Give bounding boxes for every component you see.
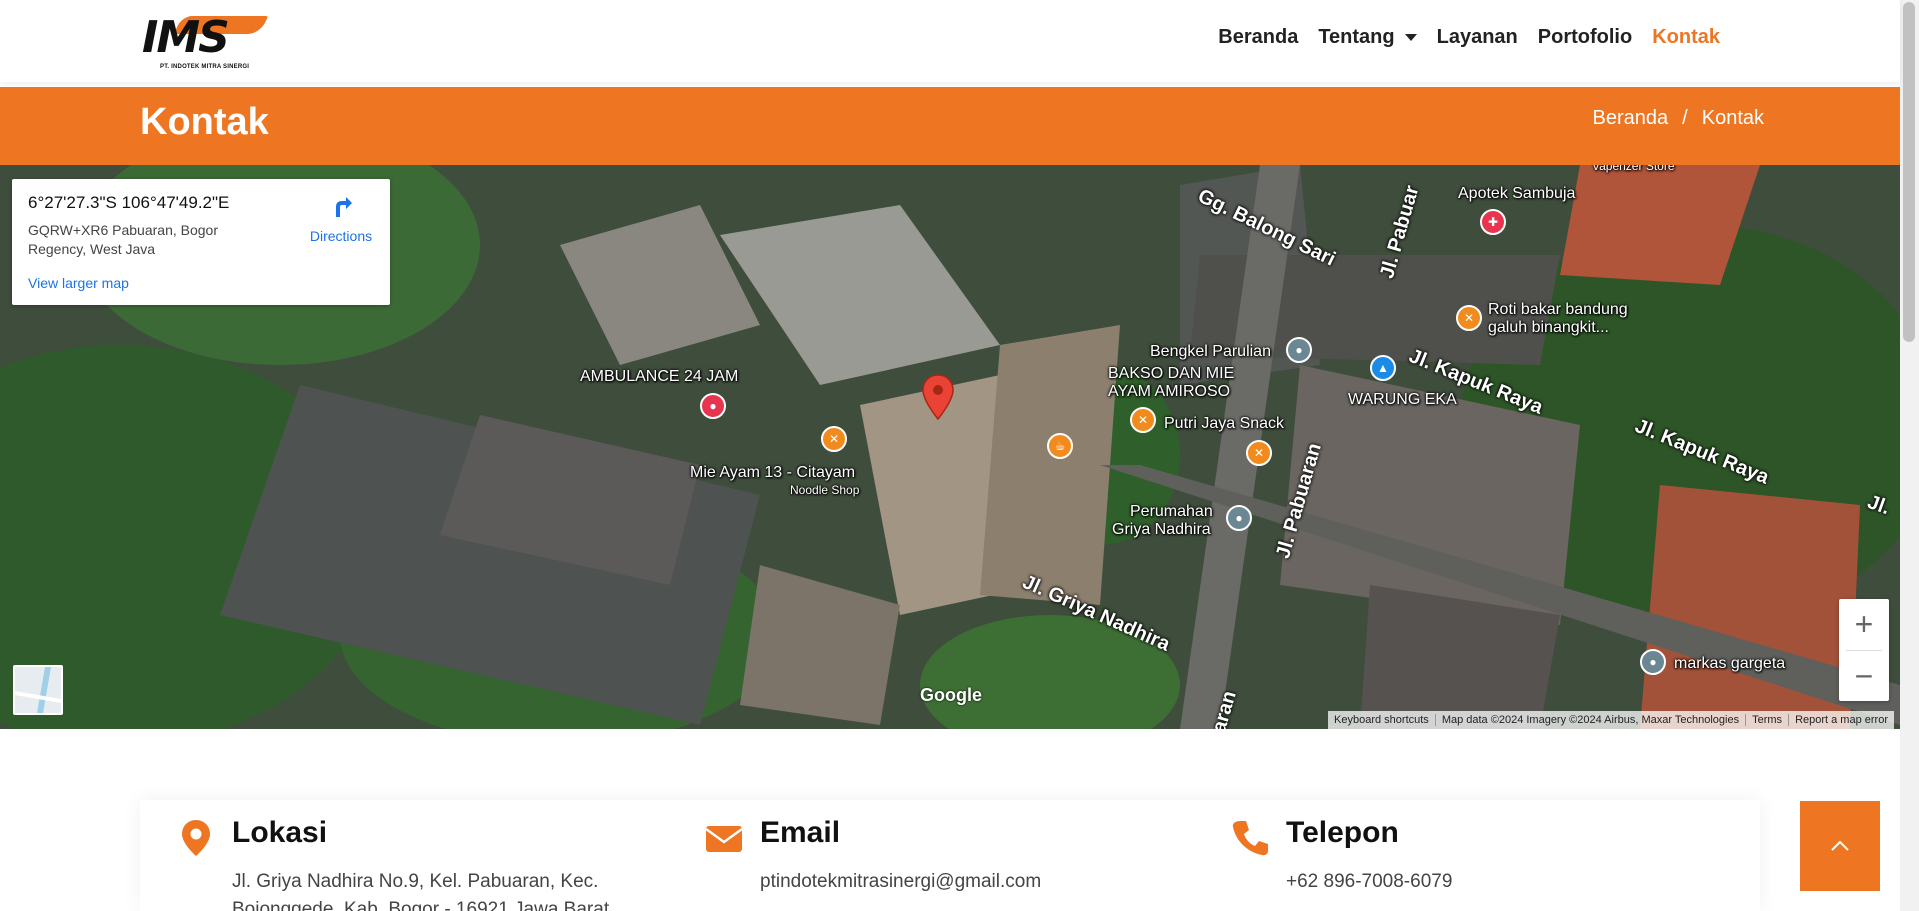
scrollbar-thumb[interactable] bbox=[1903, 2, 1915, 342]
nav-item-layanan[interactable]: Layanan bbox=[1427, 26, 1528, 49]
breadcrumb-current: Kontak bbox=[1701, 107, 1764, 129]
view-larger-map-link[interactable]: View larger map bbox=[28, 275, 129, 291]
place-poi-icon-markas[interactable]: ● bbox=[1640, 649, 1666, 675]
place-sublabel-noodle: Noodle Shop bbox=[790, 483, 860, 497]
place-poi-icon-bengkel[interactable]: ● bbox=[1286, 337, 1312, 363]
main-nav: Beranda Tentang Layanan Portofolio Konta… bbox=[1208, 26, 1730, 49]
contact-info-section: Lokasi Jl. Griya Nadhira No.9, Kel. Pabu… bbox=[140, 800, 1760, 911]
location-title: Lokasi bbox=[232, 816, 328, 849]
place-label-ambulance: AMBULANCE 24 JAM bbox=[580, 368, 739, 385]
place-label-bakso-2: AYAM AMIROSO bbox=[1108, 383, 1231, 400]
nav-item-beranda[interactable]: Beranda bbox=[1208, 26, 1308, 49]
place-label-markas: markas gargeta bbox=[1674, 655, 1786, 672]
page-scrollbar[interactable] bbox=[1900, 0, 1919, 911]
zoom-out-button[interactable]: − bbox=[1839, 651, 1889, 702]
map-coordinates: 6°27'27.3"S 106°47'49.2"E bbox=[28, 193, 230, 212]
directions-button[interactable]: Directions bbox=[296, 193, 386, 244]
place-label-bengkel: Bengkel Parulian bbox=[1150, 343, 1271, 360]
phone-icon bbox=[1232, 821, 1268, 856]
ims-logo[interactable]: IMS PT. INDOTEK MITRA SINERGI bbox=[138, 10, 269, 70]
map-marker-icon bbox=[182, 820, 210, 856]
place-label-warung: WARUNG EKA bbox=[1348, 391, 1457, 408]
google-map[interactable]: ● AMBULANCE 24 JAM ✕ Mie Ayam 13 - Citay… bbox=[0, 165, 1900, 729]
google-logo: Google bbox=[920, 685, 982, 705]
place-label-bakso-1: BAKSO DAN MIE bbox=[1108, 365, 1235, 382]
restaurant-poi-icon[interactable]: ✕ bbox=[821, 426, 847, 452]
nav-item-tentang[interactable]: Tentang bbox=[1308, 26, 1426, 49]
logo-text: IMS bbox=[142, 12, 230, 63]
terms-link[interactable]: Terms bbox=[1745, 714, 1788, 726]
location-line-1: Jl. Griya Nadhira No.9, Kel. Pabuaran, K… bbox=[232, 871, 599, 892]
caret-down-icon bbox=[1404, 34, 1417, 41]
place-label-roti-1: Roti bakar bandung bbox=[1488, 301, 1628, 318]
keyboard-shortcuts-link[interactable]: Keyboard shortcuts bbox=[1328, 714, 1435, 726]
place-label-mie-ayam: Mie Ayam 13 - Citayam bbox=[690, 464, 856, 481]
place-label-apotek: Apotek Sambuja bbox=[1458, 185, 1576, 202]
cafe-poi-icon[interactable]: ☕ bbox=[1047, 433, 1073, 459]
breadcrumb-separator: / bbox=[1682, 107, 1688, 129]
map-info-card: 6°27'27.3"S 106°47'49.2"E GQRW+XR6 Pabua… bbox=[12, 179, 390, 305]
page-title-bar: Kontak Beranda / Kontak bbox=[0, 87, 1900, 165]
ambulance-poi-icon[interactable]: ● bbox=[700, 393, 726, 419]
envelope-icon bbox=[705, 826, 743, 852]
map-thumbnail-icon bbox=[15, 667, 61, 713]
place-label-perumahan-1: Perumahan bbox=[1130, 503, 1213, 520]
page-title: Kontak bbox=[140, 101, 269, 143]
nav-item-tentang-label: Tentang bbox=[1318, 26, 1395, 48]
location-line-2: Bojonggede, Kab. Bogor - 16921 Jawa Bara… bbox=[232, 899, 610, 911]
map-address: GQRW+XR6 Pabuaran, Bogor Regency, West J… bbox=[28, 222, 219, 257]
location-pin-icon[interactable] bbox=[921, 373, 955, 421]
phone-value[interactable]: +62 896-7008-6079 bbox=[1286, 868, 1452, 896]
site-header: IMS PT. INDOTEK MITRA SINERGI Beranda Te… bbox=[0, 0, 1900, 82]
shopping-cart-icon[interactable]: ▲ bbox=[1370, 355, 1396, 381]
place-label-putri: Putri Jaya Snack bbox=[1164, 415, 1285, 432]
place-label-roti-2: galuh binangkit... bbox=[1488, 319, 1609, 336]
nav-item-kontak[interactable]: Kontak bbox=[1642, 26, 1730, 49]
back-to-top-button[interactable] bbox=[1800, 801, 1880, 891]
place-label-perumahan-2: Griya Nadhira bbox=[1112, 521, 1211, 538]
directions-label: Directions bbox=[309, 228, 373, 244]
restaurant-poi-icon-4[interactable]: ✕ bbox=[1456, 305, 1482, 331]
report-error-link[interactable]: Report a map error bbox=[1788, 714, 1894, 726]
restaurant-poi-icon-2[interactable]: ✕ bbox=[1130, 407, 1156, 433]
zoom-in-button[interactable]: + bbox=[1839, 599, 1889, 650]
logo-subtitle: PT. INDOTEK MITRA SINERGI bbox=[160, 64, 250, 70]
chevron-up-icon bbox=[1831, 840, 1849, 851]
breadcrumb: Beranda / Kontak bbox=[1593, 107, 1764, 130]
email-title: Email bbox=[760, 816, 841, 849]
map-data-credit: Map data ©2024 Imagery ©2024 Airbus, Max… bbox=[1434, 714, 1745, 726]
phone-title: Telepon bbox=[1286, 816, 1399, 849]
restaurant-poi-icon-3[interactable]: ✕ bbox=[1246, 440, 1272, 466]
nav-item-portofolio[interactable]: Portofolio bbox=[1528, 26, 1642, 49]
directions-icon bbox=[336, 197, 352, 217]
breadcrumb-home[interactable]: Beranda bbox=[1593, 107, 1669, 130]
pharmacy-poi-icon[interactable]: ✚ bbox=[1480, 209, 1506, 235]
map-type-toggle[interactable] bbox=[13, 665, 63, 715]
map-attribution: Keyboard shortcuts Map data ©2024 Imager… bbox=[1328, 711, 1894, 729]
place-label-vapor: Vapenzer Store bbox=[1592, 165, 1675, 173]
zoom-controls: + − bbox=[1839, 599, 1889, 701]
place-poi-icon-perumahan[interactable]: ● bbox=[1226, 505, 1252, 531]
email-value[interactable]: ptindotekmitrasinergi@gmail.com bbox=[760, 868, 1041, 896]
